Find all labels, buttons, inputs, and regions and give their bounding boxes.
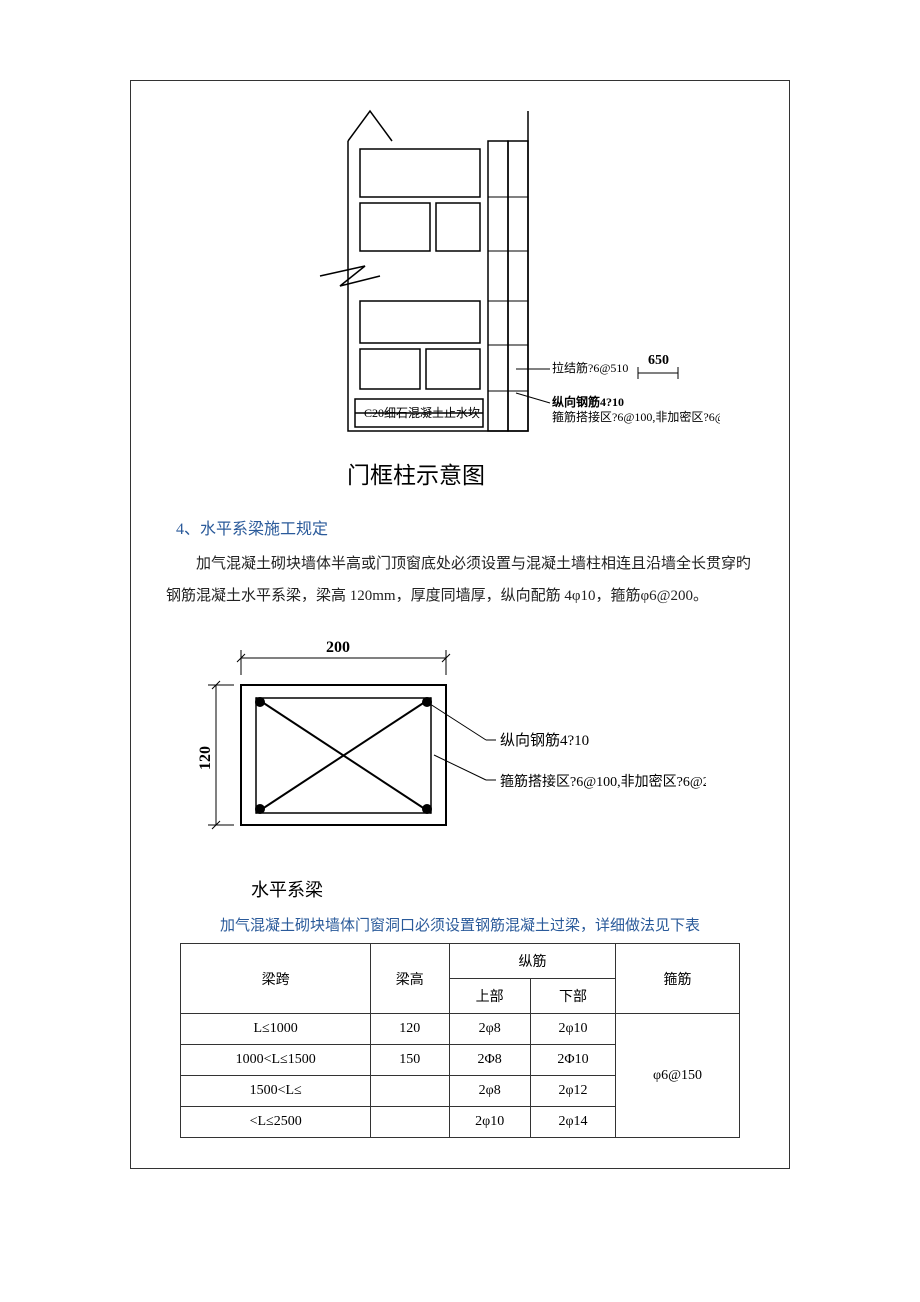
th-bottom: 下部	[530, 979, 616, 1014]
td-stirrup-value: φ6@150	[616, 1014, 739, 1138]
th-height: 梁高	[370, 944, 449, 1014]
fig1-dim-650: 650	[648, 353, 669, 368]
figure-door-frame: 拉结筋?6@510 650 纵向钢筋4?10 箍筋搭接区?6@100,非加密区?…	[200, 101, 720, 441]
fig1-tie-bar-label: 拉结筋?6@510	[552, 360, 628, 375]
th-stirrup: 箍筋	[616, 944, 739, 1014]
section4-heading: 4、水平系梁施工规定	[176, 515, 764, 539]
lintel-table: 梁跨 梁高 纵筋 箍筋 上部 下部 L≤1000 120 2φ8 2φ10 φ6…	[180, 943, 739, 1138]
section4-paragraph: 加气混凝土砌块墙体半高或门顶窗底处必须设置与混凝土墙柱相连且沿墙全长贯穿旳钢筋混…	[166, 549, 754, 612]
figure-tie-beam: 200 120	[186, 630, 706, 870]
fig1-footing-label: C20细石混凝土止水坎	[364, 405, 480, 420]
table-row: L≤1000 120 2φ8 2φ10 φ6@150	[181, 1014, 739, 1045]
th-longbar: 纵筋	[449, 944, 616, 979]
th-span: 梁跨	[181, 944, 371, 1014]
figure1-title: 门框柱示意图	[316, 456, 516, 490]
table-header-row: 梁跨 梁高 纵筋 箍筋	[181, 944, 739, 979]
fig2-dim-h: 120	[197, 746, 214, 770]
figure2-title: 水平系梁	[251, 876, 764, 902]
page-frame: 拉结筋?6@510 650 纵向钢筋4?10 箍筋搭接区?6@100,非加密区?…	[130, 80, 790, 1169]
fig1-stirrup-label: 箍筋搭接区?6@100,非加密区?6@150	[552, 409, 720, 424]
fig2-long-bar-label: 纵向钢筋4?10	[500, 732, 589, 749]
table-caption: 加气混凝土砌块墙体门窗洞口必须设置钢筋混凝土过梁，详细做法见下表	[156, 914, 764, 935]
fig2-dim-w: 200	[326, 639, 350, 656]
th-top: 上部	[449, 979, 530, 1014]
fig1-long-bar-label: 纵向钢筋4?10	[552, 394, 624, 409]
fig2-stirrup-label: 箍筋搭接区?6@100,非加密区?6@200	[500, 773, 706, 790]
